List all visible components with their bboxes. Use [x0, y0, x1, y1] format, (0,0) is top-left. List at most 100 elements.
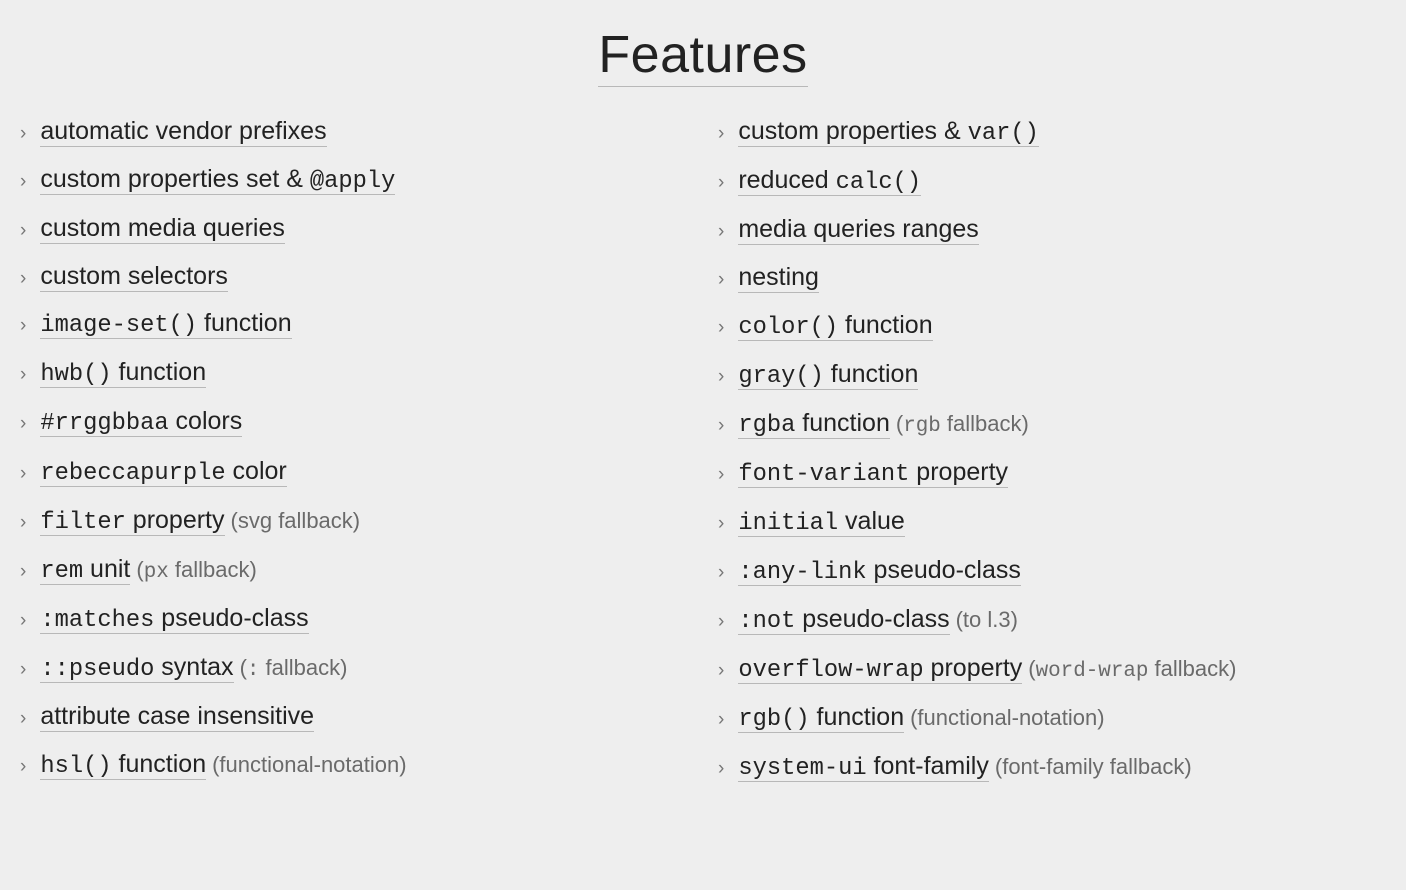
feature-content: rgba function(rgb fallback) — [738, 407, 1029, 442]
feature-content: color() function — [738, 309, 932, 344]
bullet-icon: › — [718, 658, 724, 684]
code-text: @apply — [310, 168, 396, 195]
feature-content: hwb() function — [40, 356, 206, 391]
code-text: initial — [738, 510, 838, 537]
feature-item: ›nesting — [718, 261, 1386, 295]
feature-link[interactable]: custom selectors — [40, 262, 228, 292]
text: (functional-notation) — [212, 752, 406, 777]
feature-link[interactable]: overflow-wrap property — [738, 654, 1022, 684]
feature-link[interactable]: initial value — [738, 507, 905, 537]
feature-link[interactable]: font-variant property — [738, 458, 1008, 488]
feature-link[interactable]: :matches pseudo-class — [40, 604, 308, 634]
text: value — [838, 507, 905, 535]
feature-note: (rgb fallback) — [896, 411, 1029, 436]
code-text: :any-link — [738, 559, 866, 586]
feature-item: ›attribute case insensitive — [20, 700, 688, 734]
feature-link[interactable]: :not pseudo-class — [738, 605, 949, 635]
bullet-icon: › — [20, 754, 26, 780]
feature-link[interactable]: :any-link pseudo-class — [738, 556, 1021, 586]
text: fallback) — [169, 557, 257, 582]
page-title: Features — [20, 25, 1386, 85]
feature-content: rebeccapurple color — [40, 455, 286, 490]
code-text: rgb() — [738, 706, 809, 733]
text: pseudo-class — [154, 604, 308, 632]
text: fallback) — [259, 655, 347, 680]
code-text: hwb() — [40, 361, 111, 388]
bullet-icon: › — [20, 121, 26, 147]
feature-link[interactable]: system-ui font-family — [738, 752, 989, 782]
feature-link[interactable]: automatic vendor prefixes — [40, 117, 326, 147]
feature-content: overflow-wrap property(word-wrap fallbac… — [738, 652, 1236, 687]
feature-item: › image-set() function — [20, 307, 688, 342]
feature-link[interactable]: rgba function — [738, 409, 890, 439]
code-text: image-set() — [40, 312, 197, 339]
feature-item: › color() function — [718, 309, 1386, 344]
bullet-icon: › — [20, 313, 26, 339]
feature-link[interactable]: ::pseudo syntax — [40, 653, 233, 683]
text: property — [126, 506, 225, 534]
feature-item: ›rebeccapurple color — [20, 455, 688, 490]
feature-link[interactable]: hwb() function — [40, 358, 206, 388]
feature-link[interactable]: hsl() function — [40, 750, 206, 780]
feature-content: nesting — [738, 261, 819, 295]
feature-link[interactable]: filter property — [40, 506, 224, 536]
bullet-icon: › — [20, 411, 26, 437]
feature-item: ›:matches pseudo-class — [20, 602, 688, 637]
feature-link[interactable]: custom properties & var() — [738, 117, 1039, 147]
feature-link[interactable]: image-set() function — [40, 309, 291, 339]
feature-link[interactable]: reduced calc() — [738, 166, 921, 196]
code-text: calc() — [836, 169, 922, 196]
feature-link[interactable]: custom properties set & @apply — [40, 165, 395, 195]
feature-item: ›:not pseudo-class(to l.3) — [718, 603, 1386, 638]
feature-content: custom properties & var() — [738, 115, 1039, 150]
feature-note: (svg fallback) — [231, 508, 361, 533]
feature-item: ›::pseudo syntax(: fallback) — [20, 651, 688, 686]
code-text: var() — [968, 120, 1039, 147]
feature-item: ›rgba function(rgb fallback) — [718, 407, 1386, 442]
feature-link[interactable]: custom media queries — [40, 214, 285, 244]
text: custom selectors — [40, 262, 228, 290]
feature-content: ::pseudo syntax(: fallback) — [40, 651, 347, 686]
feature-content: rgb() function(functional-notation) — [738, 701, 1104, 736]
bullet-icon: › — [718, 707, 724, 733]
code-text: gray() — [738, 363, 824, 390]
feature-link[interactable]: rgb() function — [738, 703, 904, 733]
feature-link[interactable]: attribute case insensitive — [40, 702, 314, 732]
text: function — [112, 750, 207, 778]
feature-content: :any-link pseudo-class — [738, 554, 1021, 589]
feature-link[interactable]: #rrggbbaa colors — [40, 407, 242, 437]
text: (font-family fallback) — [995, 754, 1192, 779]
feature-link[interactable]: gray() function — [738, 360, 918, 390]
feature-content: rem unit(px fallback) — [40, 553, 256, 588]
feature-item: ›custom selectors — [20, 260, 688, 294]
feature-item: ›media queries ranges — [718, 213, 1386, 247]
text: ( — [136, 557, 143, 582]
code-text: filter — [40, 509, 126, 536]
bullet-icon: › — [718, 170, 724, 196]
code-text: #rrggbbaa — [40, 410, 168, 437]
features-page: Features ›automatic vendor prefixes›cust… — [0, 0, 1406, 799]
bullet-icon: › — [718, 315, 724, 341]
text: (to l.3) — [956, 607, 1018, 632]
feature-link[interactable]: rebeccapurple color — [40, 457, 286, 487]
text: (functional-notation) — [910, 705, 1104, 730]
feature-note: (functional-notation) — [910, 705, 1104, 730]
feature-note: (font-family fallback) — [995, 754, 1192, 779]
bullet-icon: › — [718, 364, 724, 390]
bullet-icon: › — [718, 511, 724, 537]
text: media queries ranges — [738, 215, 978, 243]
feature-item: › gray() function — [718, 358, 1386, 393]
code-text: color() — [738, 314, 838, 341]
feature-content: image-set() function — [40, 307, 291, 342]
text: (svg fallback) — [231, 508, 361, 533]
feature-content: custom selectors — [40, 260, 228, 294]
feature-link[interactable]: media queries ranges — [738, 215, 978, 245]
feature-item: › #rrggbbaa colors — [20, 405, 688, 440]
feature-link[interactable]: nesting — [738, 263, 819, 293]
feature-column-right: › custom properties & var() › reduced calc(… — [718, 115, 1386, 799]
text: fallback) — [941, 411, 1029, 436]
text: function — [112, 358, 207, 386]
feature-link[interactable]: rem unit — [40, 555, 130, 585]
text: colors — [169, 407, 243, 435]
feature-link[interactable]: color() function — [738, 311, 932, 341]
